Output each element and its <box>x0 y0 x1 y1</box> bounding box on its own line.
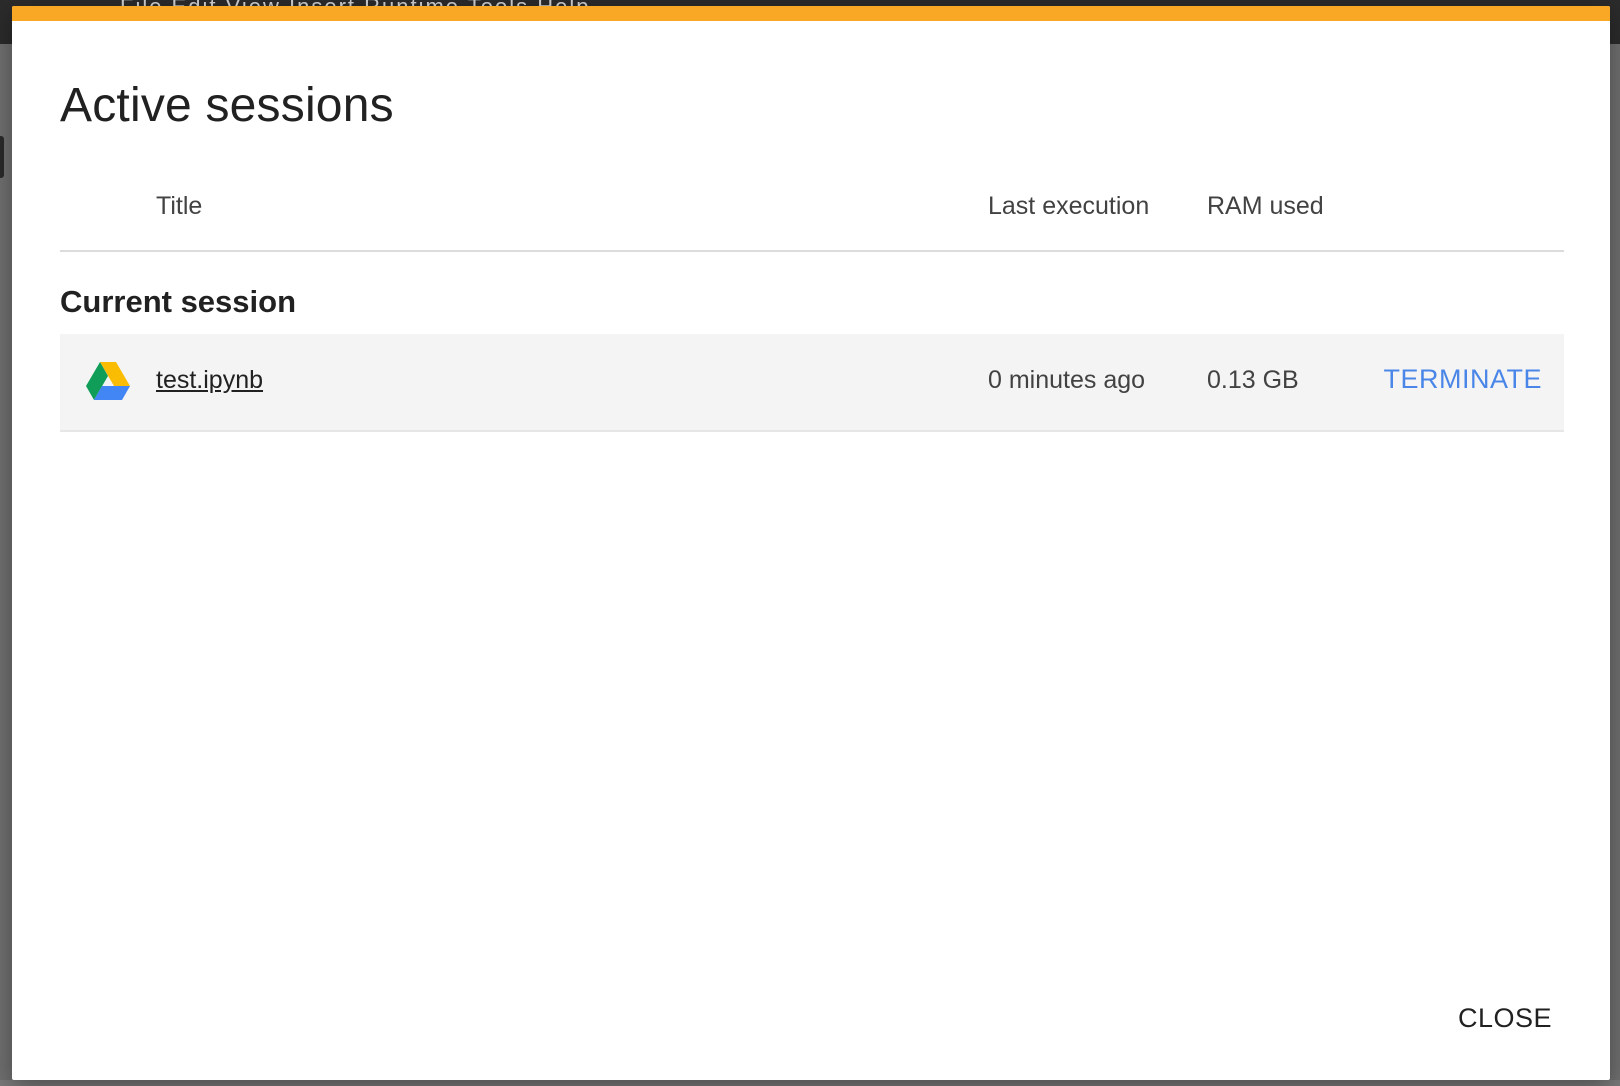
current-session-heading: Current session <box>60 284 297 319</box>
dialog-title: Active sessions <box>60 79 394 132</box>
active-sessions-dialog: Active sessions Title Last execution RAM… <box>12 6 1610 1080</box>
table-header: Title Last execution RAM used <box>60 166 1564 252</box>
column-header-title: Title <box>156 192 203 220</box>
session-row: test.ipynb 0 minutes ago 0.13 GB TERMINA… <box>60 334 1564 432</box>
google-drive-icon <box>86 362 130 400</box>
column-header-last-execution: Last execution <box>988 192 1150 220</box>
column-header-ram-used: RAM used <box>1207 192 1324 220</box>
session-title-link[interactable]: test.ipynb <box>156 366 263 395</box>
session-ram-used: 0.13 GB <box>1207 366 1299 394</box>
session-last-execution: 0 minutes ago <box>988 366 1146 394</box>
background-bottom-strip <box>0 1080 1620 1086</box>
dialog-accent-bar <box>12 6 1610 21</box>
close-button[interactable]: CLOSE <box>1458 1003 1552 1034</box>
sessions-table: Title Last execution RAM used Current se… <box>60 166 1564 432</box>
terminate-button[interactable]: TERMINATE <box>1384 364 1543 395</box>
background-edge-tab <box>0 136 4 178</box>
